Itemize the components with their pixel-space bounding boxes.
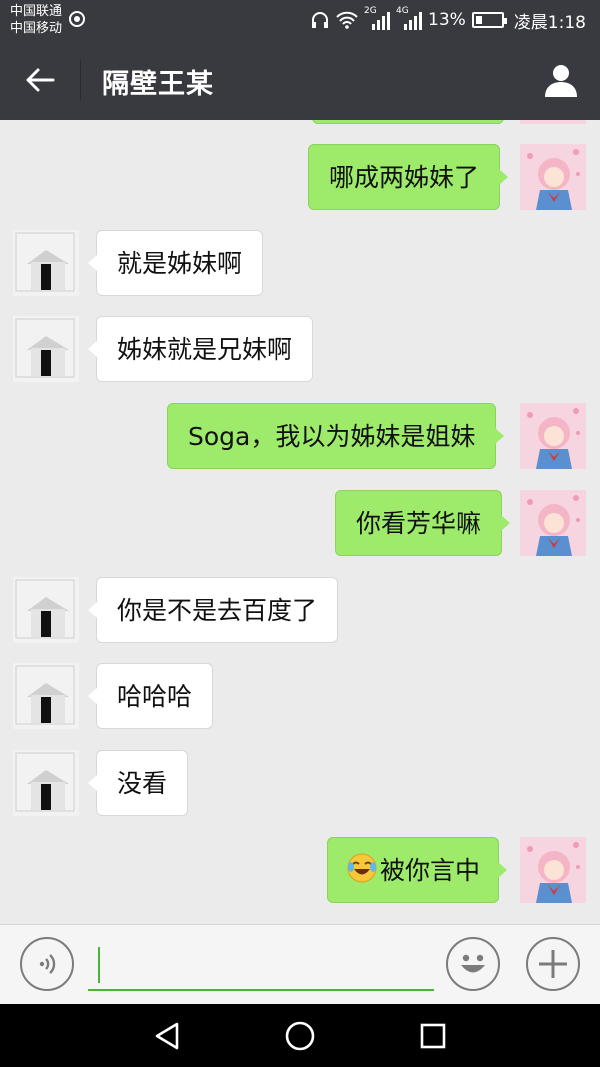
network-2-label: 4G (396, 6, 409, 16)
message-text: 被你言中 (380, 856, 481, 885)
message-row: 没看 (0, 750, 600, 816)
carrier-1: 中国联通 (10, 4, 63, 19)
smiley-icon (461, 954, 485, 973)
status-bar: 中国联通 中国移动 2G 4G 13% 凌晨1:18 (0, 0, 600, 40)
battery-percent: 13% (428, 10, 466, 30)
battery-icon (471, 12, 507, 28)
message-list[interactable]: 哪成两姊妹了 就是姊妹啊 姊妹就是兄妹啊 Soga，我以为姊妹是姐妹 你看芳华嘛… (0, 120, 600, 924)
message-text: 就是姊妹啊 (117, 249, 243, 278)
nav-home-button[interactable] (278, 1014, 322, 1058)
nav-recents-button[interactable] (411, 1014, 455, 1058)
back-button[interactable] (14, 58, 66, 102)
sync-icon (69, 11, 85, 27)
person-icon (545, 65, 577, 97)
chat-info-button[interactable] (536, 56, 586, 104)
system-nav-bar (0, 1004, 600, 1067)
my-message-bubble[interactable]: Soga，我以为姊妹是姐妹 (167, 403, 505, 469)
message-text: Soga，我以为姊妹是姐妹 (188, 422, 476, 451)
contact-avatar[interactable] (13, 663, 79, 729)
wifi-icon (336, 11, 358, 29)
carrier-2: 中国移动 (10, 21, 63, 36)
my-avatar[interactable] (520, 837, 586, 903)
triangle-back-icon (155, 1022, 179, 1050)
partial-bubble (312, 120, 504, 124)
message-row: 哪成两姊妹了 (0, 144, 600, 210)
message-row: 就是姊妹啊 (0, 230, 600, 296)
headset-icon (312, 12, 329, 28)
laughing-crying-emoji-icon (347, 853, 377, 883)
more-button[interactable] (526, 937, 580, 991)
my-avatar[interactable] (520, 144, 586, 210)
message-text: 哪成两姊妹了 (329, 163, 480, 192)
chat-header: 隔壁王某 (0, 40, 600, 120)
signal-2: 4G (396, 6, 423, 30)
header-divider (80, 60, 81, 100)
text-cursor (98, 947, 100, 983)
message-text: 姊妹就是兄妹啊 (117, 335, 293, 364)
contact-message-bubble[interactable]: 就是姊妹啊 (87, 230, 264, 296)
message-text: 你是不是去百度了 (117, 596, 318, 625)
voice-icon (39, 954, 56, 974)
contact-message-bubble[interactable]: 你是不是去百度了 (87, 577, 339, 643)
status-right: 2G 4G 13% 凌晨1:18 (310, 6, 586, 33)
message-text: 没看 (117, 769, 168, 798)
message-row: 被你言中 (0, 837, 600, 903)
message-row: 哈哈哈 (0, 663, 600, 729)
contact-avatar[interactable] (13, 230, 79, 296)
emoji-button[interactable] (446, 937, 500, 991)
message-text: 哈哈哈 (117, 682, 193, 711)
my-message-bubble[interactable]: 哪成两姊妹了 (308, 144, 509, 210)
contact-avatar[interactable] (13, 316, 79, 382)
partial-message (0, 120, 600, 126)
my-avatar[interactable] (520, 403, 586, 469)
message-row: Soga，我以为姊妹是姐妹 (0, 403, 600, 469)
contact-avatar[interactable] (13, 577, 79, 643)
square-recents-icon (420, 1023, 446, 1049)
message-text: 你看芳华嘛 (356, 509, 482, 538)
contact-message-bubble[interactable]: 没看 (87, 750, 189, 816)
partial-avatar (520, 120, 586, 124)
contact-avatar[interactable] (13, 750, 79, 816)
page-title: 隔壁王某 (102, 69, 214, 100)
signal-1: 2G (364, 6, 391, 30)
my-message-bubble[interactable]: 你看芳华嘛 (335, 490, 511, 556)
plus-icon (539, 950, 567, 978)
nav-back-button[interactable] (145, 1014, 189, 1058)
back-arrow-icon (26, 68, 55, 92)
message-row: 你看芳华嘛 (0, 490, 600, 556)
message-input[interactable] (88, 941, 434, 991)
my-avatar[interactable] (520, 490, 586, 556)
message-row: 你是不是去百度了 (0, 577, 600, 643)
carrier-info: 中国联通 中国移动 (10, 3, 62, 37)
voice-button[interactable] (20, 937, 74, 991)
contact-message-bubble[interactable]: 哈哈哈 (87, 663, 214, 729)
input-bar (0, 924, 600, 1004)
my-message-bubble[interactable]: 被你言中 (327, 837, 508, 903)
contact-message-bubble[interactable]: 姊妹就是兄妹啊 (87, 316, 314, 382)
message-row: 姊妹就是兄妹啊 (0, 316, 600, 382)
network-1-label: 2G (364, 6, 377, 16)
circle-home-icon (285, 1021, 315, 1051)
clock: 凌晨1:18 (513, 12, 586, 33)
